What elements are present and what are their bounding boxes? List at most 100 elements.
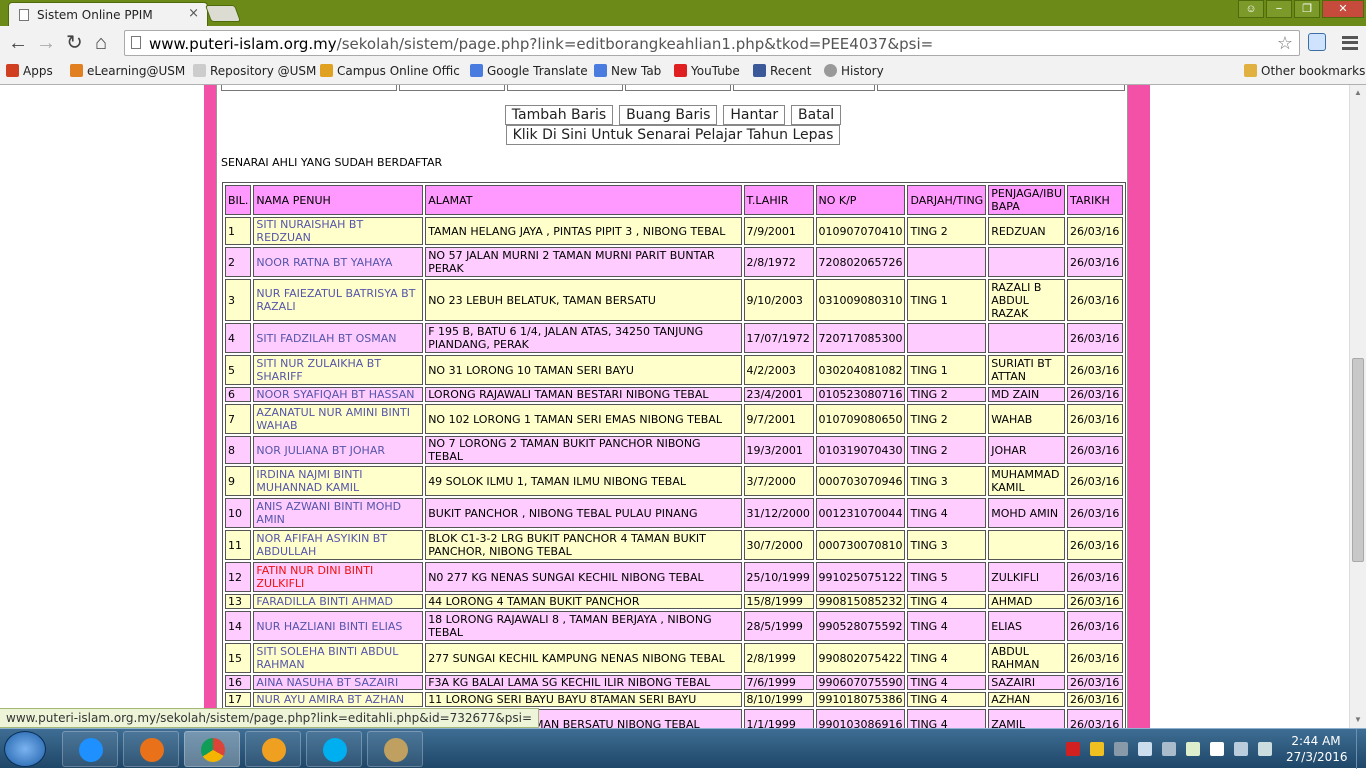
table-row: 14 NUR HAZLIANI BINTI ELIAS 18 LORONG RAJA… (225, 611, 1123, 641)
table-cell: 10 (225, 498, 252, 528)
bookmark-star-icon[interactable]: ☆ (1277, 33, 1293, 54)
submit-button[interactable]: Hantar (723, 105, 786, 125)
power-icon[interactable] (1162, 742, 1176, 756)
table-cell (988, 530, 1065, 560)
maximize-button[interactable]: ❐ (1294, 0, 1320, 18)
scrollbar-thumb[interactable] (1352, 358, 1364, 562)
skype-icon (323, 738, 347, 762)
scroll-up-icon[interactable]: ▲ (1354, 88, 1362, 97)
column-header: PENJAGA/IBU BAPA (988, 185, 1065, 215)
other-bookmarks[interactable]: Other bookmarks (1244, 64, 1365, 78)
minimize-button[interactable]: − (1266, 0, 1292, 18)
table-cell: 7/6/1999 (743, 675, 814, 690)
bookmark-icon (320, 64, 333, 77)
app-tray-icon[interactable] (1090, 742, 1104, 756)
display-icon[interactable] (1258, 742, 1272, 756)
member-name-link[interactable]: NUR FAIEZATUL BATRISYA BT RAZALI (253, 279, 424, 321)
member-name-link[interactable]: SITI FADZILAH BT OSMAN (253, 323, 424, 353)
member-name-link[interactable]: IRDINA NAJMI BINTI MUHANNAD KAMIL (253, 466, 424, 496)
table-cell: TING 2 (907, 436, 987, 464)
taskbar-firefox[interactable] (123, 731, 179, 767)
network-icon[interactable] (1234, 742, 1248, 756)
member-name-link[interactable]: ANIS AZWANI BINTI MOHD AMIN (253, 498, 424, 528)
member-name-link[interactable]: NUR AYU AMIRA BT AZHAN (253, 692, 424, 707)
table-cell: 990802075422 (815, 643, 906, 673)
member-name-link[interactable]: SITI NURAISHAH BT REDZUAN (253, 217, 424, 245)
table-cell: 991018075386 (815, 692, 906, 707)
previous-year-list-button[interactable]: Klik Di Sini Untuk Senarai Pelajar Tahun… (505, 125, 841, 145)
table-cell: 7 (225, 404, 252, 434)
member-name-link[interactable]: FATIN NUR DINI BINTI ZULKIFLI (253, 562, 424, 592)
taskbar-avast[interactable] (245, 731, 301, 767)
bookmark-item[interactable]: History (824, 64, 884, 78)
taskbar-skype[interactable] (306, 731, 362, 767)
new-tab-button[interactable] (204, 5, 242, 22)
tab-close-icon[interactable]: × (188, 6, 199, 21)
taskbar-chrome[interactable] (184, 731, 240, 767)
volume-icon[interactable] (1138, 742, 1152, 756)
bookmark-item[interactable]: Recent (753, 64, 811, 78)
bookmark-item[interactable]: Google Translate (470, 64, 588, 78)
taskbar-ie[interactable] (62, 731, 118, 767)
member-name-link[interactable]: AZANATUL NUR AMINI BINTI WAHAB (253, 404, 424, 434)
table-cell: TING 4 (907, 692, 987, 707)
close-window-button[interactable]: ✕ (1322, 0, 1364, 18)
table-cell (988, 247, 1065, 277)
bookmarks-bar: Apps eLearning@USM Repository @USM Campu… (0, 60, 1366, 85)
tab-strip: Sistem Online PPIM × ☺ − ❐ ✕ (0, 0, 1366, 26)
start-button[interactable] (4, 731, 46, 767)
reload-icon[interactable]: ↻ (66, 32, 83, 54)
member-name-link[interactable]: NOR JULIANA BT JOHAR (253, 436, 424, 464)
bookmark-item[interactable]: Campus Online Offic (320, 64, 460, 78)
add-row-button[interactable]: Tambah Baris (504, 105, 614, 125)
member-name-link[interactable]: NOR AFIFAH ASYIKIN BT ABDULLAH (253, 530, 424, 560)
table-cell (907, 323, 987, 353)
evernote-icon[interactable] (1186, 742, 1200, 756)
bookmark-item[interactable]: YouTube (674, 64, 740, 78)
page-info-icon[interactable] (131, 36, 141, 49)
table-cell: 26/03/16 (1067, 217, 1123, 245)
table-cell: 16 (225, 675, 252, 690)
menu-icon[interactable] (1342, 36, 1358, 50)
table-cell: 720802065726 (815, 247, 906, 277)
member-name-link[interactable]: NOOR SYAFIQAH BT HASSAN (253, 387, 424, 402)
table-cell: 23/4/2001 (743, 387, 814, 402)
table-cell: 28/5/1999 (743, 611, 814, 641)
table-cell: 030204081082 (815, 355, 906, 385)
bookmark-item[interactable]: Apps (6, 64, 53, 78)
bookmark-item[interactable]: Repository @USM (193, 64, 316, 78)
vertical-scrollbar[interactable]: ▲ ▼ (1349, 85, 1366, 728)
avast-icon (262, 738, 286, 762)
table-row: 12 FATIN NUR DINI BINTI ZULKIFLI N0 277 KG… (225, 562, 1123, 592)
profile-icon[interactable]: ☺ (1238, 0, 1264, 18)
table-cell: 1 (225, 217, 252, 245)
table-cell: 17/07/1972 (743, 323, 814, 353)
address-bar[interactable]: www.puteri-islam.org.my/sekolah/sistem/p… (124, 30, 1300, 56)
table-cell: 12 (225, 562, 252, 592)
action-center-flag-icon[interactable] (1210, 742, 1224, 756)
forward-icon[interactable]: → (36, 32, 56, 54)
acrobat-tray-icon[interactable] (1066, 742, 1080, 756)
remove-row-button[interactable]: Buang Baris (619, 105, 718, 125)
bluetooth-icon[interactable] (1114, 742, 1128, 756)
member-name-link[interactable]: NUR HAZLIANI BINTI ELIAS (253, 611, 424, 641)
member-name-link[interactable]: FARADILLA BINTI AHMAD (253, 594, 424, 609)
table-cell: WAHAB (988, 404, 1065, 434)
taskbar-paint[interactable] (367, 731, 423, 767)
bookmark-item[interactable]: New Tab (594, 64, 661, 78)
show-desktop-button[interactable] (1356, 729, 1366, 769)
table-cell: 30/7/2000 (743, 530, 814, 560)
scroll-down-icon[interactable]: ▼ (1354, 715, 1362, 724)
member-name-link[interactable]: NOOR RATNA BT YAHAYA (253, 247, 424, 277)
member-name-link[interactable]: SITI NUR ZULAIKHA BT SHARIFF (253, 355, 424, 385)
member-name-link[interactable]: AINA NASUHA BT SAZAIRI (253, 675, 424, 690)
back-icon[interactable]: ← (8, 32, 28, 54)
system-clock[interactable]: 2:44 AM 27/3/2016 (1286, 733, 1348, 765)
cancel-button[interactable]: Batal (791, 105, 842, 125)
bookmark-item[interactable]: eLearning@USM (70, 64, 185, 78)
table-cell: 26/03/16 (1067, 692, 1123, 707)
member-name-link[interactable]: SITI SOLEHA BINTI ABDUL RAHMAN (253, 643, 424, 673)
home-icon[interactable]: ⌂ (95, 32, 107, 54)
extension-icon[interactable] (1308, 33, 1326, 51)
browser-tab[interactable]: Sistem Online PPIM × (8, 2, 208, 26)
